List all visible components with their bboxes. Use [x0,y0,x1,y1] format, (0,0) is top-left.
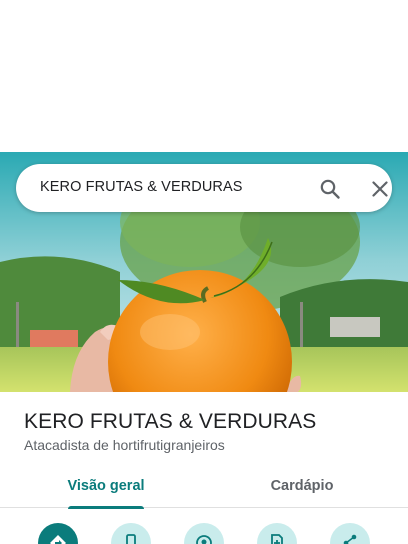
nearby-icon [196,535,212,544]
save-button[interactable] [257,523,297,544]
tab-menu[interactable]: Cardápio [252,468,352,508]
tab-overview-label: Visão geral [67,478,145,494]
share-icon [343,534,357,544]
place-title: KERO FRUTAS & VERDURAS [24,410,317,433]
close-icon[interactable] [368,177,392,201]
place-category: Atacadista de hortifrutigranjeiros [24,437,225,453]
tab-overview[interactable]: Visão geral [56,468,156,509]
tab-selected-indicator [68,506,144,509]
search-input[interactable]: KERO FRUTAS & VERDURAS [40,179,243,195]
search-bar[interactable]: KERO FRUTAS & VERDURAS [16,164,392,212]
phone-icon [126,534,136,544]
directions-button[interactable] [38,523,78,544]
search-icon[interactable] [318,177,342,201]
directions-icon [50,535,66,544]
share-button[interactable] [330,523,370,544]
save-icon [271,534,283,544]
map-blank-area [0,0,408,152]
tab-menu-label: Cardápio [270,478,334,494]
call-button[interactable] [111,523,151,544]
nearby-button[interactable] [184,523,224,544]
place-tabs: Visão geral Cardápio [0,468,408,509]
action-buttons [0,520,408,544]
